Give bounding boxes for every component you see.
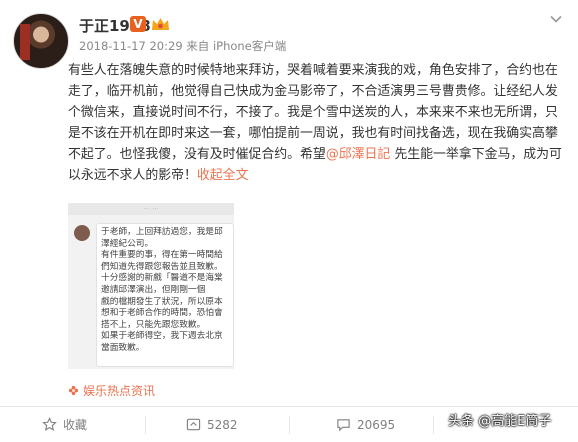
source-label: 娱乐热点资讯 bbox=[83, 384, 156, 398]
mention-link[interactable]: @邱澤日記 bbox=[326, 147, 390, 162]
image-line: 戲的檔期發生了狀況，所以原本 bbox=[101, 296, 223, 307]
comment-count: 20695 bbox=[357, 418, 396, 432]
repost-button[interactable]: 5282 bbox=[186, 414, 238, 436]
favorite-label: 收藏 bbox=[63, 418, 88, 432]
image-line: 十分感謝的新戲「醫道不是海棠 bbox=[101, 273, 223, 284]
vip-icon: V bbox=[130, 16, 146, 32]
post-text: 有些人在落魄失意的时候特地来拜访，哭着喊着要来演我的戏，角色安排了，合约也在走了… bbox=[68, 60, 566, 186]
star-icon bbox=[42, 417, 57, 431]
image-line: 當面致歉。 bbox=[101, 342, 145, 353]
image-line: 搭不上，只能先跟您致歉。 bbox=[101, 319, 206, 330]
image-line: 于老師，上回拜訪過您，我是邱 bbox=[101, 227, 223, 237]
comment-icon bbox=[337, 419, 350, 432]
action-divider bbox=[289, 416, 290, 434]
image-line: 邀請邱澤演出，但剛剛一個 bbox=[101, 284, 206, 295]
avatar[interactable] bbox=[13, 13, 69, 69]
image-line: 澤經紀公司。 bbox=[101, 238, 154, 249]
image-header: ··· ··· bbox=[68, 203, 234, 215]
action-bar-divider bbox=[0, 406, 578, 407]
crown-icon bbox=[152, 18, 169, 30]
source-link[interactable]: 娱乐热点资讯 bbox=[68, 382, 155, 399]
post-meta: 2018-11-17 20:29 来自 iPhone客户端 bbox=[79, 38, 286, 54]
post-source-prefix: 来自 bbox=[186, 39, 210, 53]
chevron-down-icon[interactable] bbox=[549, 12, 563, 26]
repost-icon bbox=[186, 418, 201, 431]
image-line: 想和于老師合作的時間，恐怕會 bbox=[101, 308, 223, 319]
action-divider bbox=[433, 416, 434, 434]
collapse-link[interactable]: 收起全文 bbox=[197, 168, 249, 183]
watermark: 头条 @高能E筒子 bbox=[448, 414, 552, 429]
image-line: 如果于老師得空，我下週去北京 bbox=[101, 331, 223, 342]
post-client[interactable]: iPhone客户端 bbox=[213, 39, 286, 53]
image-message-bubble: 于老師，上回拜訪過您，我是邱 澤經紀公司。 有件重要的事，得在第一時間給 們知道… bbox=[96, 223, 234, 367]
post-time[interactable]: 2018-11-17 20:29 bbox=[79, 39, 183, 53]
post-image[interactable]: ··· ··· 于老師，上回拜訪過您，我是邱 澤經紀公司。 有件重要的事，得在第… bbox=[68, 203, 234, 369]
comment-button[interactable]: 20695 bbox=[336, 414, 395, 436]
flower-icon bbox=[68, 385, 79, 396]
image-line: 們知道先得跟您報告並且致歉。 bbox=[101, 261, 223, 272]
image-line: 有件重要的事，得在第一時間給 bbox=[101, 250, 223, 261]
favorite-button[interactable]: 收藏 bbox=[42, 414, 87, 436]
action-divider bbox=[145, 416, 146, 434]
image-avatar bbox=[74, 225, 90, 241]
repost-count: 5282 bbox=[207, 418, 238, 432]
